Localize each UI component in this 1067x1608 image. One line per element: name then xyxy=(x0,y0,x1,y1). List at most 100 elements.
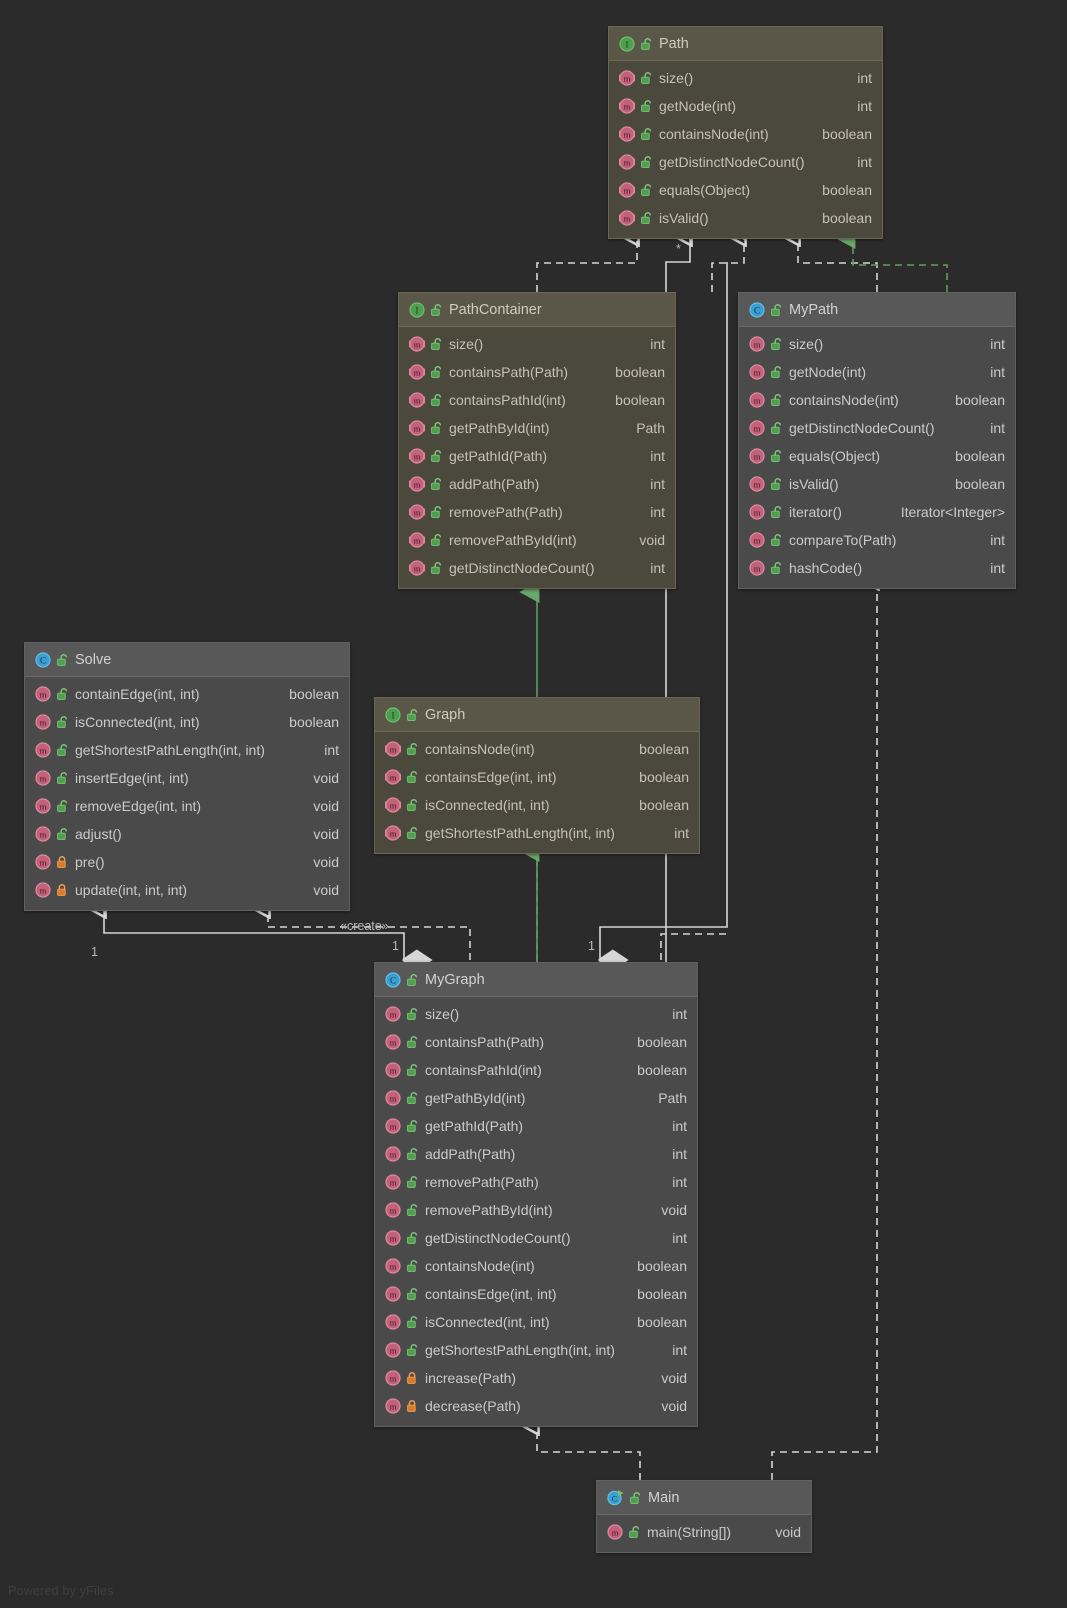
unlocked-public-icon xyxy=(406,1063,420,1077)
uml-member-row[interactable]: m getDistinctNodeCount() int xyxy=(739,414,1015,442)
unlocked-public-icon xyxy=(430,421,444,435)
uml-member-row[interactable]: m isConnected(int, int) boolean xyxy=(375,791,699,819)
uml-member-row[interactable]: m pre() void xyxy=(25,848,349,876)
uml-member-row[interactable]: m size() int xyxy=(739,330,1015,358)
uml-node-graph[interactable]: I Graph m containsNode(int) boolean m contains… xyxy=(374,697,700,854)
uml-member-row[interactable]: m getShortestPathLength(int, int) int xyxy=(375,819,699,847)
uml-member-row[interactable]: m getShortestPathLength(int, int) int xyxy=(25,736,349,764)
uml-member-row[interactable]: m addPath(Path) int xyxy=(375,1140,697,1168)
uml-member-row[interactable]: m containsPath(Path) boolean xyxy=(399,358,675,386)
uml-member-row[interactable]: m removePathById(int) void xyxy=(375,1196,697,1224)
uml-member-row[interactable]: m isValid() boolean xyxy=(739,470,1015,498)
uml-node-path[interactable]: I Path m size() int m getNode(int) int m contains… xyxy=(608,26,883,239)
uml-member-row[interactable]: m compareTo(Path) int xyxy=(739,526,1015,554)
uml-node-header-mypath[interactable]: C MyPath xyxy=(739,293,1015,327)
member-return-type: void xyxy=(313,798,339,814)
unlocked-public-icon xyxy=(770,421,784,435)
abstract-method-icon: m xyxy=(619,210,635,226)
unlocked-public-icon xyxy=(430,303,444,317)
uml-member-row[interactable]: m equals(Object) boolean xyxy=(609,176,882,204)
uml-member-row[interactable]: m containsPathId(int) boolean xyxy=(399,386,675,414)
uml-member-row[interactable]: m getPathId(Path) int xyxy=(399,442,675,470)
svg-text:m: m xyxy=(624,185,631,195)
uml-member-row[interactable]: m adjust() void xyxy=(25,820,349,848)
uml-node-mygraph[interactable]: C MyGraph m size() int m containsPath(Path) boo… xyxy=(374,962,698,1427)
member-return-type: boolean xyxy=(637,1286,687,1302)
unlocked-public-icon xyxy=(406,1007,420,1021)
uml-member-row[interactable]: m equals(Object) boolean xyxy=(739,442,1015,470)
svg-text:m: m xyxy=(40,745,47,755)
uml-member-row[interactable]: m getDistinctNodeCount() int xyxy=(609,148,882,176)
method-icon: m xyxy=(385,1118,401,1134)
uml-member-row[interactable]: m containsEdge(int, int) boolean xyxy=(375,1280,697,1308)
unlocked-public-icon xyxy=(406,973,420,987)
uml-node-mypath[interactable]: C MyPath m size() int m getNode(int) int m contai… xyxy=(738,292,1016,589)
uml-member-row[interactable]: m getNode(int) int xyxy=(739,358,1015,386)
method-icon: m xyxy=(35,798,51,814)
uml-member-row[interactable]: m containsPath(Path) boolean xyxy=(375,1028,697,1056)
uml-member-row[interactable]: m removePathById(int) void xyxy=(399,526,675,554)
member-return-type: boolean xyxy=(615,392,665,408)
uml-member-row[interactable]: m main(String[]) void xyxy=(597,1518,811,1546)
member-name: containsPath(Path) xyxy=(449,364,569,380)
uml-node-header-path[interactable]: I Path xyxy=(609,27,882,61)
uml-member-row[interactable]: m containsEdge(int, int) boolean xyxy=(375,763,699,791)
uml-member-row[interactable]: m getNode(int) int xyxy=(609,92,882,120)
uml-member-row[interactable]: m getDistinctNodeCount() int xyxy=(375,1224,697,1252)
member-return-type: int xyxy=(672,1146,687,1162)
uml-member-row[interactable]: m getPathById(int) Path xyxy=(399,414,675,442)
unlocked-public-icon xyxy=(406,742,420,756)
member-name: hashCode() xyxy=(789,560,863,576)
uml-node-header-solve[interactable]: C Solve xyxy=(25,643,349,677)
svg-text:m: m xyxy=(390,1401,397,1411)
member-name: size() xyxy=(659,70,694,86)
unlocked-public-icon xyxy=(406,1343,420,1357)
svg-text:m: m xyxy=(414,367,421,377)
uml-member-row[interactable]: m getPathId(Path) int xyxy=(375,1112,697,1140)
svg-text:m: m xyxy=(390,1149,397,1159)
uml-member-row[interactable]: m getShortestPathLength(int, int) int xyxy=(375,1336,697,1364)
uml-member-row[interactable]: m hashCode() int xyxy=(739,554,1015,582)
uml-member-row[interactable]: m isValid() boolean xyxy=(609,204,882,232)
uml-node-solve[interactable]: C Solve m containEdge(int, int) boolean m isCo… xyxy=(24,642,350,911)
edge-pathcontainer-to-path xyxy=(536,236,637,292)
uml-member-row[interactable]: m size() int xyxy=(399,330,675,358)
uml-node-title: Graph xyxy=(425,706,466,723)
uml-member-row[interactable]: m removePath(Path) int xyxy=(399,498,675,526)
uml-member-row[interactable]: m decrease(Path) void xyxy=(375,1392,697,1420)
uml-member-row[interactable]: m containsNode(int) boolean xyxy=(375,735,699,763)
uml-member-row[interactable]: m size() int xyxy=(609,64,882,92)
uml-member-row[interactable]: m containsNode(int) boolean xyxy=(375,1252,697,1280)
method-icon: m xyxy=(35,826,51,842)
uml-node-pathcontainer[interactable]: I PathContainer m size() int m containsPath(Pa… xyxy=(398,292,676,589)
uml-member-row[interactable]: m containsNode(int) boolean xyxy=(739,386,1015,414)
uml-member-row[interactable]: m containsPathId(int) boolean xyxy=(375,1056,697,1084)
uml-node-header-graph[interactable]: I Graph xyxy=(375,698,699,732)
uml-node-main[interactable]: C Main m main(String[]) void xyxy=(596,1480,812,1553)
svg-text:C: C xyxy=(754,305,760,315)
uml-member-row[interactable]: m size() int xyxy=(375,1000,697,1028)
uml-member-row[interactable]: m getPathById(int) Path xyxy=(375,1084,697,1112)
uml-member-row[interactable]: m removeEdge(int, int) void xyxy=(25,792,349,820)
uml-member-row[interactable]: m isConnected(int, int) boolean xyxy=(25,708,349,736)
uml-member-row[interactable]: m addPath(Path) int xyxy=(399,470,675,498)
uml-member-row[interactable]: m containsNode(int) boolean xyxy=(609,120,882,148)
uml-member-row[interactable]: m isConnected(int, int) boolean xyxy=(375,1308,697,1336)
member-return-type: int xyxy=(672,1230,687,1246)
uml-member-row[interactable]: m update(int, int, int) void xyxy=(25,876,349,904)
uml-node-header-mygraph[interactable]: C MyGraph xyxy=(375,963,697,997)
svg-text:m: m xyxy=(390,800,397,810)
uml-member-row[interactable]: m removePath(Path) int xyxy=(375,1168,697,1196)
method-icon: m xyxy=(385,1146,401,1162)
uml-node-header-pathcontainer[interactable]: I PathContainer xyxy=(399,293,675,327)
uml-member-row[interactable]: m getDistinctNodeCount() int xyxy=(399,554,675,582)
uml-member-row[interactable]: m iterator() Iterator<Integer> xyxy=(739,498,1015,526)
uml-member-row[interactable]: m insertEdge(int, int) void xyxy=(25,764,349,792)
method-icon: m xyxy=(35,854,51,870)
member-name: containsNode(int) xyxy=(425,741,535,757)
uml-member-row[interactable]: m increase(Path) void xyxy=(375,1364,697,1392)
member-return-type: void xyxy=(313,826,339,842)
svg-text:m: m xyxy=(754,367,761,377)
uml-member-row[interactable]: m containEdge(int, int) boolean xyxy=(25,680,349,708)
uml-node-header-main[interactable]: C Main xyxy=(597,1481,811,1515)
